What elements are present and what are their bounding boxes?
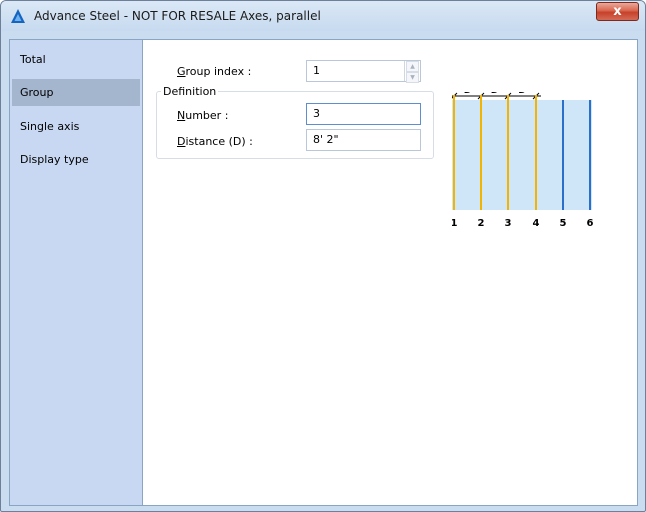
spin-down-icon[interactable]: ▼	[406, 72, 419, 83]
distance-input[interactable]: 8' 2"	[306, 129, 421, 151]
sidebar-item-single-axis[interactable]: Single axis	[12, 113, 140, 140]
dialog-window: Advance Steel - NOT FOR RESALE Axes, par…	[0, 0, 646, 512]
sidebar: Total Group Single axis Display type	[10, 40, 143, 505]
axis-label-6: 6	[587, 218, 594, 229]
sidebar-item-label: Total	[20, 53, 46, 66]
number-value: 3	[313, 107, 320, 120]
close-button[interactable]: x	[596, 2, 639, 21]
title-bar[interactable]: Advance Steel - NOT FOR RESALE Axes, par…	[1, 1, 645, 31]
sidebar-item-group[interactable]: Group	[12, 79, 140, 106]
dimension-label-1: D	[464, 92, 471, 96]
axis-label-4: 4	[533, 218, 540, 229]
group-index-spinner[interactable]: 1 ▲ ▼	[306, 60, 421, 83]
axis-label-3: 3	[505, 218, 512, 229]
close-icon: x	[613, 4, 622, 19]
window-title: Advance Steel - NOT FOR RESALE Axes, par…	[34, 9, 321, 23]
distance-label: Distance (D) :	[177, 135, 253, 148]
group-index-label: Group index :	[177, 65, 252, 78]
axis-label-1: 1	[452, 218, 458, 229]
dimension-label-3: D	[518, 92, 525, 96]
dimension-labels: DDD	[464, 92, 526, 96]
dimension-label-2: D	[491, 92, 498, 96]
spin-buttons: ▲ ▼	[404, 61, 420, 83]
advance-steel-logo-icon	[11, 9, 25, 23]
axis-label-2: 2	[478, 218, 485, 229]
sidebar-item-total[interactable]: Total	[12, 46, 140, 73]
sidebar-item-display-type[interactable]: Display type	[12, 146, 140, 173]
distance-value: 8' 2"	[313, 133, 339, 146]
definition-groupbox-title: Definition	[161, 85, 219, 98]
axis-label-5: 5	[560, 218, 567, 229]
axis-labels: 1 2 3 4 5 6	[452, 218, 594, 229]
number-label: Number :	[177, 109, 229, 122]
preview-band	[452, 100, 592, 210]
axes-preview-image: D D D 1 2 3 4 5 6	[452, 92, 594, 229]
dialog-client: Total Group Single axis Display type Gro…	[9, 39, 638, 506]
sidebar-item-label: Group	[20, 86, 54, 99]
spin-up-icon[interactable]: ▲	[406, 61, 419, 72]
sidebar-item-label: Single axis	[20, 120, 80, 133]
number-input[interactable]: 3	[306, 103, 421, 125]
sidebar-item-label: Display type	[20, 153, 89, 166]
content-panel: Group index : 1 ▲ ▼ Definition Number : …	[147, 40, 637, 505]
group-index-value: 1	[313, 64, 320, 77]
